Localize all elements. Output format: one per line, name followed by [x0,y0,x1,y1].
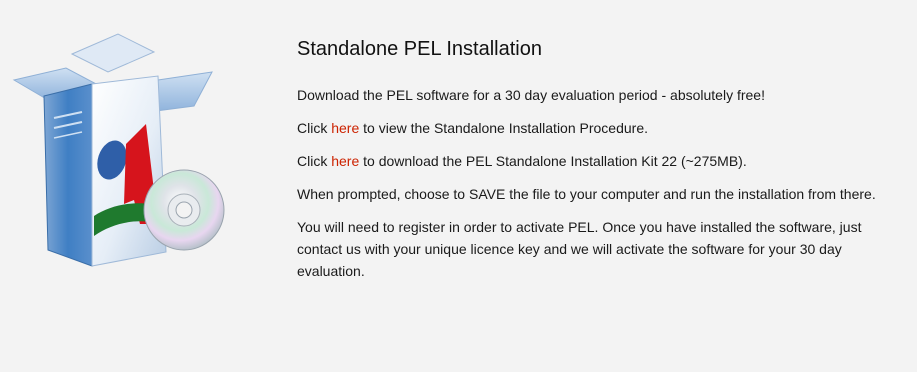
procedure-line: Click here to view the Standalone Instal… [297,117,901,139]
procedure-prefix: Click [297,120,332,136]
cd-disc-icon [143,169,225,251]
software-box-icon [8,28,230,276]
procedure-suffix: to view the Standalone Installation Proc… [359,120,649,136]
page: Standalone PEL Installation Download the… [0,0,917,372]
installation-panel: Standalone PEL Installation Download the… [297,36,901,293]
save-note: When prompted, choose to SAVE the file t… [297,186,876,202]
intro-text: Download the PEL software for a 30 day e… [297,87,765,103]
download-prefix: Click [297,153,332,169]
procedure-link[interactable]: here [331,120,359,136]
download-link[interactable]: here [331,153,359,169]
download-suffix: to download the PEL Standalone Installat… [359,153,747,169]
page-title: Standalone PEL Installation [297,38,542,60]
download-line: Click here to download the PEL Standalon… [297,150,901,172]
register-note: You will need to register in order to ac… [297,219,862,279]
